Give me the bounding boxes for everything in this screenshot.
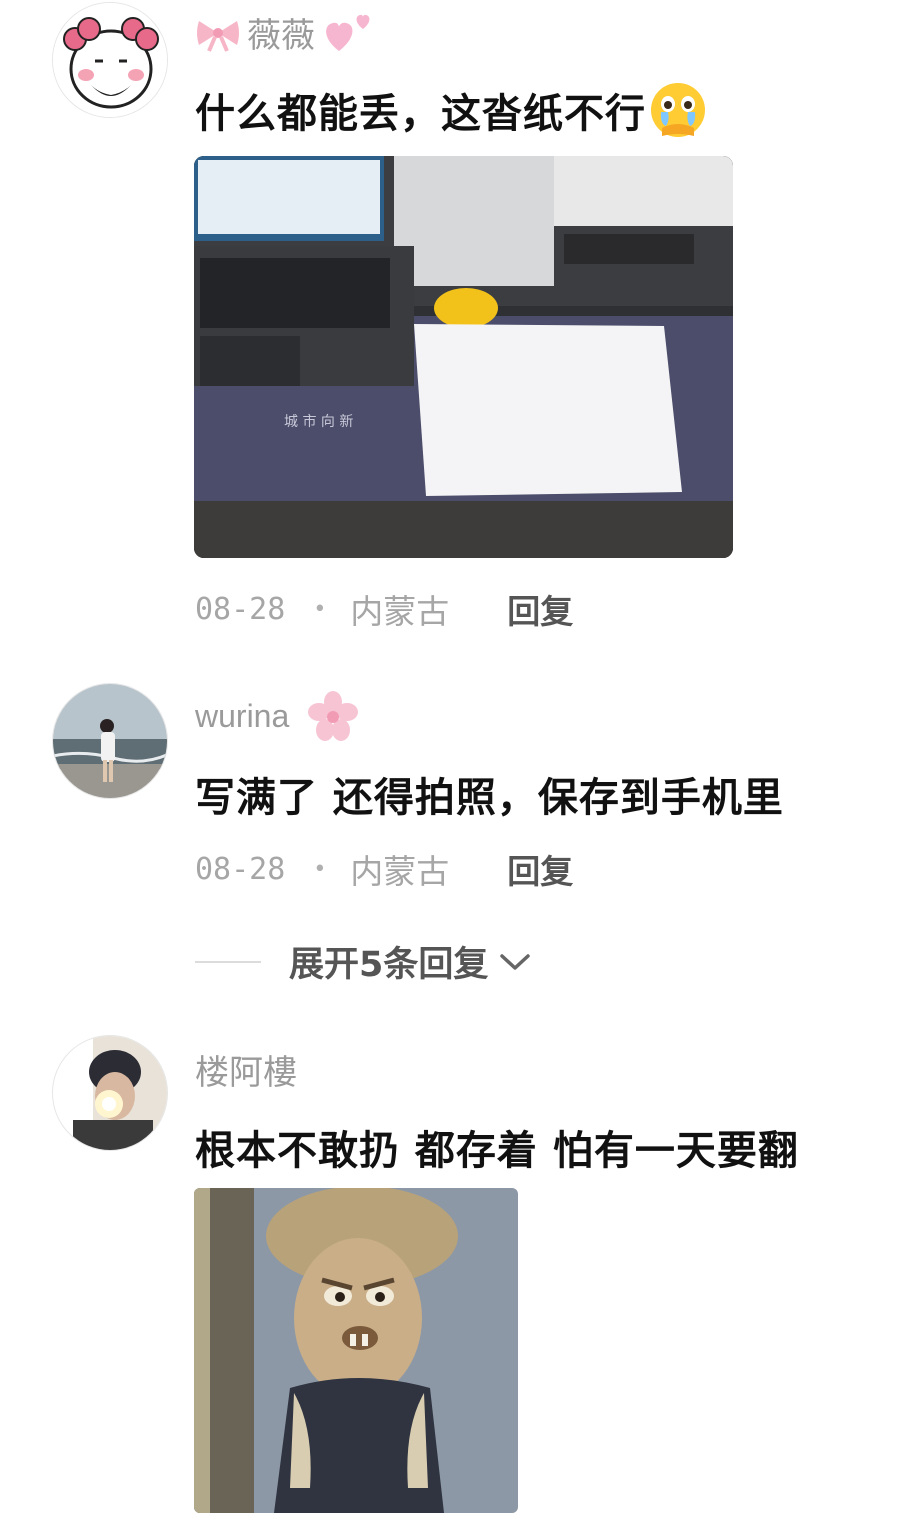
meta-separator: • (313, 856, 327, 882)
comment-date: 08-28 (195, 851, 286, 887)
comment-location: 内蒙古 (350, 852, 450, 891)
comment-meta: 08-28 • 内蒙古 回复 (195, 585, 573, 633)
laptop-desk-photo: 城 市 向 新 (194, 156, 733, 558)
flower-icon (308, 691, 359, 741)
username[interactable]: 薇薇 (195, 8, 375, 57)
comment-image[interactable]: 城 市 向 新 (194, 156, 733, 558)
crying-face-icon (651, 83, 705, 137)
username[interactable]: 楼阿樓 (195, 1045, 297, 1094)
beach-photo-avatar-icon (53, 684, 167, 798)
meta-separator: • (313, 596, 327, 622)
comment-text: 什么都能丢，这沓纸不行 (195, 80, 708, 140)
comment-text: 根本不敢扔 都存着 怕有一天要翻 (195, 1128, 799, 1174)
bow-icon (197, 20, 239, 52)
avatar[interactable] (52, 2, 168, 118)
chevron-down-icon (500, 953, 531, 970)
comment-text: 写满了 还得拍照，保存到手机里 (195, 775, 784, 821)
divider (195, 960, 261, 963)
cartoon-meme-image (194, 1188, 518, 1513)
cartoon-avatar-icon (53, 3, 167, 117)
comment-image[interactable] (194, 1188, 518, 1513)
comment-date: 08-28 (195, 591, 286, 627)
expand-replies-button[interactable]: 展开5条回复 (195, 936, 532, 987)
comment-location: 内蒙古 (350, 592, 450, 631)
avatar[interactable] (52, 683, 168, 799)
expand-replies-label: 展开5条回复 (289, 945, 489, 985)
svg-text:城 市 向 新: 城 市 向 新 (284, 413, 353, 430)
avatar[interactable] (52, 1035, 168, 1151)
selfie-photo-avatar-icon (53, 1036, 167, 1150)
comment-meta: 08-28 • 内蒙古 回复 (195, 845, 573, 893)
username-text: 薇薇 (247, 16, 315, 56)
hearts-icon (326, 14, 370, 51)
username-text: wurina (195, 697, 290, 734)
reply-button[interactable]: 回复 (507, 845, 573, 893)
reply-button[interactable]: 回复 (507, 585, 573, 633)
username[interactable]: wurina (195, 690, 359, 742)
username-text: 楼阿樓 (195, 1053, 297, 1093)
